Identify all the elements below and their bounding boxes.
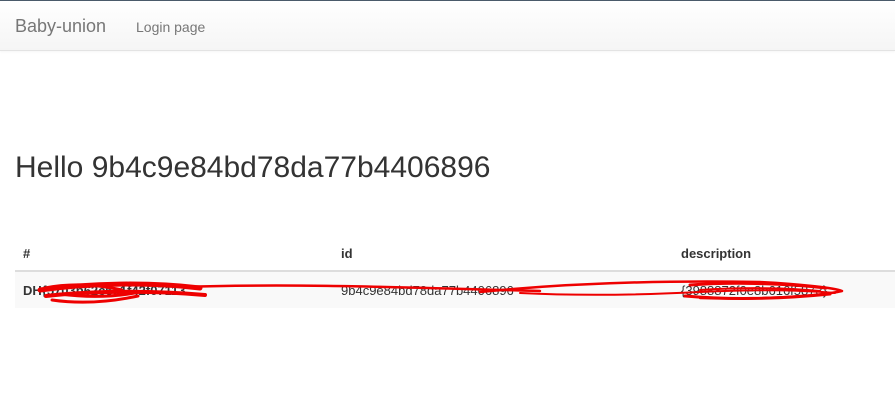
cell-id: 9b4c9e84bd78da77b4406896 xyxy=(341,282,514,298)
navbar: Baby-union Login page xyxy=(0,1,895,51)
table-row: DH{5703b62c6c1f42f07113 9b4c9e84bd78da77… xyxy=(15,271,895,308)
cell-hash: DH{5703b62c6c1f42f07113 xyxy=(23,282,186,298)
results-table: # id description DH{5703b62c6c1f42f07113… xyxy=(15,236,895,308)
cell-description: {3988872f0e8b616f5873} xyxy=(681,282,828,298)
page-title: Hello 9b4c9e84bd78da77b4406896 xyxy=(15,151,491,184)
column-header-hash: # xyxy=(15,236,333,272)
column-header-description: description xyxy=(673,236,895,272)
nav-link-login[interactable]: Login page xyxy=(136,18,205,36)
redaction-scribble xyxy=(37,280,844,304)
table-header-row: # id description xyxy=(15,236,895,272)
column-header-id: id xyxy=(333,236,673,272)
navbar-brand[interactable]: Baby-union xyxy=(15,16,106,36)
